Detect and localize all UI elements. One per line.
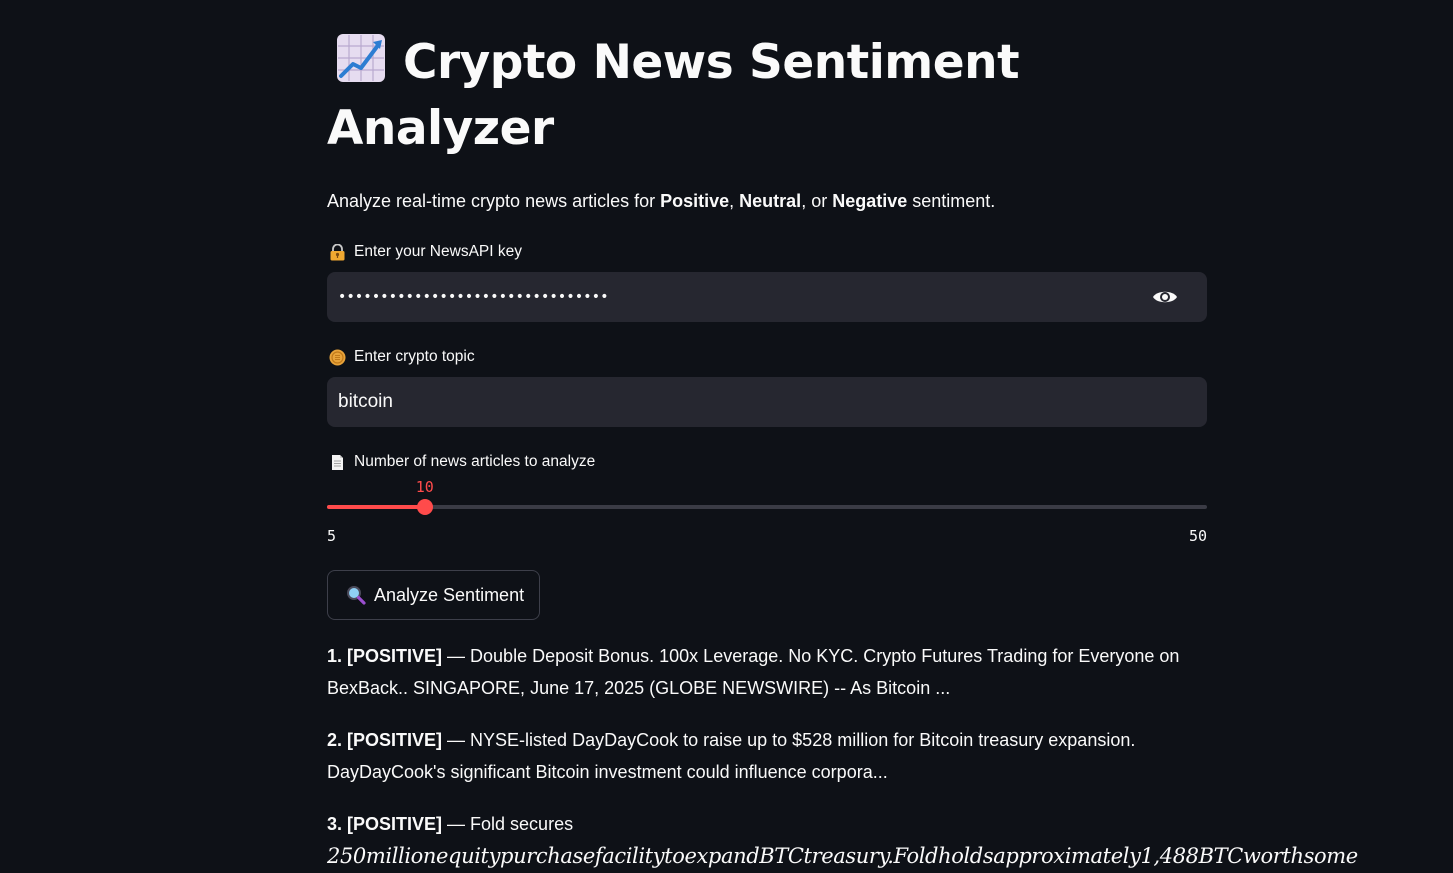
slider-max-label: 50 — [1188, 527, 1207, 545]
result-text: — NYSE-listed DayDayCook to raise up to … — [327, 730, 1136, 782]
result-item: 2. [POSITIVE] — NYSE-listed DayDayCook t… — [327, 724, 1207, 788]
slider-current-value: 10 — [415, 478, 434, 496]
intro-sep2: , or — [801, 191, 833, 211]
analyze-sentiment-button-label: Analyze Sentiment — [374, 584, 525, 605]
chart-increasing-icon — [335, 32, 387, 84]
result-math-text: 250millionequitypurchasefacilitytoexpand… — [327, 844, 1358, 868]
intro-suffix: sentiment. — [907, 191, 996, 211]
intro-negative: Negative — [832, 191, 908, 211]
api-key-masked-value[interactable]: •••••••••••••••••••••••••••••••• — [338, 289, 1151, 305]
intro-sep1: , — [729, 191, 740, 211]
magnifying-glass-icon — [346, 585, 366, 605]
result-item: 3. [POSITIVE] — Fold secures 250millione… — [327, 808, 1358, 873]
intro-neutral: Neutral — [739, 191, 802, 211]
topic-input[interactable] — [338, 391, 1196, 413]
eye-icon[interactable] — [1151, 283, 1179, 311]
articles-slider-label: Number of news articles to analyze — [329, 452, 595, 472]
coin-icon — [329, 349, 346, 366]
topic-label-text: Enter crypto topic — [354, 348, 475, 365]
result-item: 1. [POSITIVE] — Double Deposit Bonus. 10… — [327, 640, 1207, 704]
intro-text: Analyze real-time crypto news articles f… — [327, 188, 995, 214]
result-sentiment-tag: 2. [POSITIVE] — [327, 730, 443, 750]
articles-slider[interactable] — [327, 499, 1207, 515]
topic-label: Enter crypto topic — [329, 347, 475, 367]
locked-with-key-icon — [329, 243, 346, 261]
intro-prefix: Analyze real-time crypto news articles f… — [327, 191, 661, 211]
api-key-label: Enter your NewsAPI key — [329, 242, 522, 262]
page-title: Crypto News Sentiment Analyzer — [327, 30, 1207, 162]
result-text: — Fold secures — [442, 814, 574, 834]
topic-input-box[interactable] — [327, 377, 1207, 427]
api-key-label-text: Enter your NewsAPI key — [354, 243, 522, 260]
api-key-input[interactable]: •••••••••••••••••••••••••••••••• — [327, 272, 1207, 322]
intro-positive: Positive — [660, 191, 730, 211]
result-sentiment-tag: 1. [POSITIVE] — [327, 646, 443, 666]
result-sentiment-tag: 3. [POSITIVE] — [327, 814, 443, 834]
analyze-sentiment-button[interactable]: Analyze Sentiment — [327, 570, 541, 620]
page-title-text: Crypto News Sentiment Analyzer — [327, 35, 1020, 156]
slider-thumb[interactable] — [416, 499, 433, 515]
slider-min-label: 5 — [327, 527, 337, 545]
page-icon — [329, 454, 346, 471]
articles-slider-label-text: Number of news articles to analyze — [354, 453, 596, 470]
result-text: — Double Deposit Bonus. 100x Leverage. N… — [327, 646, 1180, 698]
slider-fill — [327, 505, 425, 509]
